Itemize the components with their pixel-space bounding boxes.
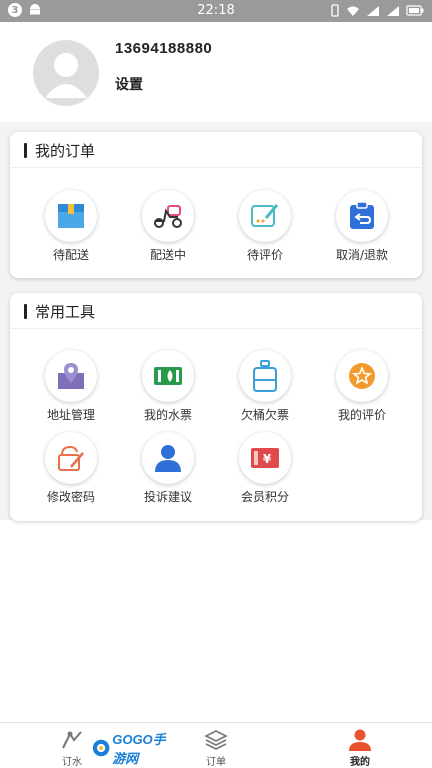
divider xyxy=(10,328,422,329)
settings-link[interactable]: 设置 xyxy=(115,74,143,94)
default-avatar-icon xyxy=(45,53,87,98)
tool-label: 修改密码 xyxy=(46,490,95,504)
wifi-icon xyxy=(347,6,359,16)
tool-label: 我的水票 xyxy=(143,408,192,422)
order-cancel-refund[interactable]: 取消/退款 xyxy=(314,190,410,263)
avatar[interactable] xyxy=(33,40,99,106)
common-tools-title: 常用工具 xyxy=(24,301,95,321)
tool-label: 投诉建议 xyxy=(143,490,192,504)
my-orders-title-text: 我的订单 xyxy=(35,141,96,160)
tool-owed-bucket[interactable]: 欠桶欠票 xyxy=(217,350,313,423)
tool-label: 欠桶欠票 xyxy=(240,408,289,422)
tool-complaints[interactable]: 投诉建议 xyxy=(120,432,216,505)
my-orders-card: 我的订单 待配送 配送中 待评价 取消/退款 xyxy=(10,132,422,278)
water-ticket-icon xyxy=(142,350,194,402)
tool-label: 地址管理 xyxy=(46,408,95,422)
svg-text:¥: ¥ xyxy=(263,452,272,466)
order-label: 取消/退款 xyxy=(335,248,389,262)
nav-orders[interactable]: 订单 xyxy=(186,727,246,768)
star-icon xyxy=(336,350,388,402)
order-label: 配送中 xyxy=(149,248,186,262)
status-bar: 3 22:18 xyxy=(0,0,432,22)
review-pen-icon xyxy=(239,190,291,242)
order-in-delivery[interactable]: 配送中 xyxy=(120,190,216,263)
tool-my-reviews[interactable]: 我的评价 xyxy=(314,350,410,423)
common-tools-card: 常用工具 地址管理 我的水票 欠桶欠票 我的评价 修改密码 投诉建议 ¥ 会员积… xyxy=(10,293,422,521)
order-to-review[interactable]: 待评价 xyxy=(217,190,313,263)
battery-icon xyxy=(406,5,424,16)
common-tools-title-text: 常用工具 xyxy=(35,302,96,321)
my-orders-title: 我的订单 xyxy=(24,140,95,160)
divider xyxy=(10,167,422,168)
tool-address-management[interactable]: 地址管理 xyxy=(23,350,119,423)
profile-header: 13694188880 设置 xyxy=(0,22,432,122)
user-icon xyxy=(142,432,194,484)
order-pending-delivery[interactable]: 待配送 xyxy=(23,190,119,263)
tool-label: 会员积分 xyxy=(240,490,289,504)
watermark: GOGO手游网 xyxy=(92,732,178,766)
watermark-text: GOGO手游网 xyxy=(112,732,166,766)
tool-member-points[interactable]: ¥ 会员积分 xyxy=(217,432,313,505)
location-icon xyxy=(45,350,97,402)
member-points-icon: ¥ xyxy=(239,432,291,484)
nav-label: 我的 xyxy=(350,757,370,768)
title-bar xyxy=(24,303,27,319)
water-bucket-icon xyxy=(239,350,291,402)
title-bar xyxy=(24,142,27,158)
profile-icon xyxy=(330,727,390,753)
signal-icon-2 xyxy=(387,6,399,16)
order-label: 待评价 xyxy=(246,248,283,262)
phone-number: 13694188880 xyxy=(115,40,213,57)
refund-clipboard-icon xyxy=(336,190,388,242)
box-icon xyxy=(45,190,97,242)
edit-password-icon xyxy=(45,432,97,484)
tool-water-ticket[interactable]: 我的水票 xyxy=(120,350,216,423)
orders-stack-icon xyxy=(186,727,246,753)
order-label: 待配送 xyxy=(52,248,89,262)
signal-icon-1 xyxy=(367,6,379,16)
tool-change-password[interactable]: 修改密码 xyxy=(23,432,119,505)
nav-mine[interactable]: 我的 xyxy=(330,727,390,768)
vibrate-icon xyxy=(331,4,339,17)
bottom-nav: 订水 订单 我的 xyxy=(0,722,432,768)
scooter-icon xyxy=(142,190,194,242)
watermark-logo-icon xyxy=(92,739,110,757)
nav-label: 订单 xyxy=(206,757,226,768)
tool-label: 我的评价 xyxy=(337,408,386,422)
